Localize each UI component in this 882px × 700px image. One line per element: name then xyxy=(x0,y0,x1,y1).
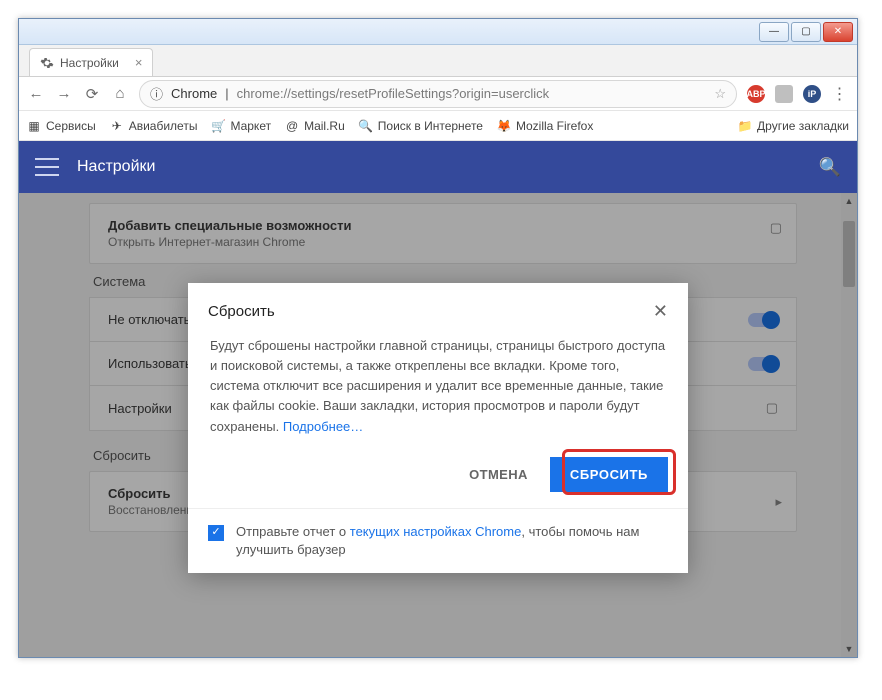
reset-dialog: Сбросить ✕ Будут сброшены настройки глав… xyxy=(188,283,688,573)
bookmark-services[interactable]: ▦ Сервисы xyxy=(27,119,96,133)
extension-icon[interactable] xyxy=(775,85,793,103)
bookmark-favicon: 🔍 xyxy=(359,119,373,133)
bookmark-label: Mozilla Firefox xyxy=(516,119,593,133)
browser-tabstrip: Настройки × xyxy=(19,45,857,77)
tab-title: Настройки xyxy=(60,56,119,70)
bookmark-item[interactable]: @ Mail.Ru xyxy=(285,119,345,133)
dialog-title: Сбросить xyxy=(208,303,653,320)
tab-close-icon[interactable]: × xyxy=(135,55,143,70)
bookmark-label: Mail.Ru xyxy=(304,119,345,133)
browser-menu-button[interactable]: ⋮ xyxy=(831,84,849,104)
send-report-checkbox[interactable]: ✓ xyxy=(208,525,224,541)
extension-ip-icon[interactable]: iP xyxy=(803,85,821,103)
window-minimize-button[interactable]: ― xyxy=(759,22,789,42)
nav-home-button[interactable]: ⌂ xyxy=(111,85,129,102)
gear-icon xyxy=(40,56,54,70)
address-bar[interactable]: ⓘ Chrome | chrome://settings/resetProfil… xyxy=(139,80,737,108)
reset-confirm-button[interactable]: СБРОСИТЬ xyxy=(550,457,668,492)
window-close-button[interactable]: ✕ xyxy=(823,22,853,42)
bookmark-item[interactable]: 🛒 Маркет xyxy=(211,119,271,133)
bookmark-label: Авиабилеты xyxy=(129,119,198,133)
nav-reload-button[interactable]: ⟳ xyxy=(83,85,101,103)
nav-back-button[interactable]: ← xyxy=(27,85,45,102)
folder-icon: 📁 xyxy=(738,119,752,133)
bookmark-favicon: 🦊 xyxy=(497,119,511,133)
window-maximize-button[interactable]: ▢ xyxy=(791,22,821,42)
bookmark-item[interactable]: 🦊 Mozilla Firefox xyxy=(497,119,593,133)
info-icon: ⓘ xyxy=(150,84,163,103)
browser-toolbar: ← → ⟳ ⌂ ⓘ Chrome | chrome://settings/res… xyxy=(19,77,857,111)
bookmark-label: Поиск в Интернете xyxy=(378,119,483,133)
nav-forward-button[interactable]: → xyxy=(55,85,73,102)
report-text: Отправьте отчет о текущих настройках Chr… xyxy=(236,523,668,559)
bookmark-favicon: ✈ xyxy=(110,119,124,133)
dialog-body-text: Будут сброшены настройки главной страниц… xyxy=(210,338,665,434)
url-scheme-label: Chrome xyxy=(171,86,217,101)
cancel-button[interactable]: ОТМЕНА xyxy=(469,467,528,482)
bookmark-star-icon[interactable]: ☆ xyxy=(714,86,726,102)
bookmark-bar: ▦ Сервисы ✈ Авиабилеты 🛒 Маркет @ Mail.Ru 🔍… xyxy=(19,111,857,141)
bookmark-label: Другие закладки xyxy=(757,119,849,133)
search-icon[interactable]: 🔍 xyxy=(819,157,841,178)
url-text: chrome://settings/resetProfileSettings?o… xyxy=(237,86,707,101)
bookmark-label: Сервисы xyxy=(46,119,96,133)
settings-page: Добавить специальные возможности Открыть… xyxy=(19,193,857,657)
browser-tab[interactable]: Настройки × xyxy=(29,48,153,76)
bookmark-other-folder[interactable]: 📁 Другие закладки xyxy=(738,119,849,133)
apps-icon: ▦ xyxy=(27,119,41,133)
settings-header: Настройки 🔍 xyxy=(19,141,857,193)
page-title: Настройки xyxy=(77,158,155,176)
dialog-close-button[interactable]: ✕ xyxy=(653,301,668,322)
bookmark-item[interactable]: ✈ Авиабилеты xyxy=(110,119,198,133)
extension-abp-icon[interactable]: ABP xyxy=(747,85,765,103)
bookmark-label: Маркет xyxy=(230,119,271,133)
learn-more-link[interactable]: Подробнее… xyxy=(283,419,363,434)
window-titlebar: ― ▢ ✕ xyxy=(19,19,857,45)
bookmark-favicon: @ xyxy=(285,119,299,133)
bookmark-item[interactable]: 🔍 Поиск в Интернете xyxy=(359,119,483,133)
current-settings-link[interactable]: текущих настройках Chrome xyxy=(350,524,522,539)
hamburger-menu-button[interactable] xyxy=(35,158,59,176)
bookmark-favicon: 🛒 xyxy=(211,119,225,133)
window-frame: ― ▢ ✕ Настройки × ← → ⟳ ⌂ ⓘ Chrome | chr… xyxy=(18,18,858,658)
